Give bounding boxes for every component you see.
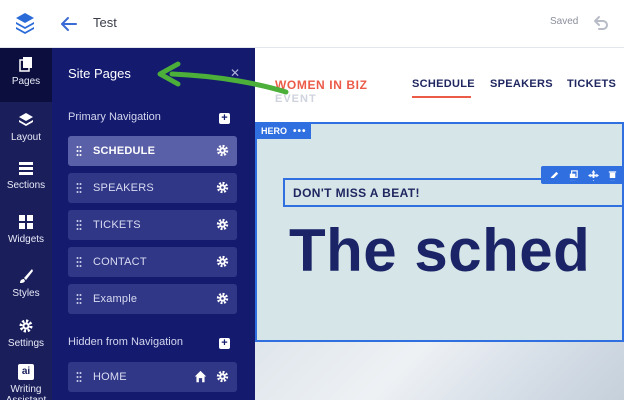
gear-icon[interactable] [216, 292, 229, 305]
page-row-label: CONTACT [93, 256, 147, 268]
site-title: Test [93, 15, 117, 30]
page-row-label: SPEAKERS [93, 182, 154, 194]
more-options-icon[interactable]: ••• [293, 126, 307, 137]
site-header: WOMEN IN BIZ EVENT SCHEDULE SPEAKERS TIC… [255, 48, 624, 122]
drag-handle-icon[interactable] [76, 256, 82, 268]
rail-label: Widgets [7, 234, 45, 245]
pages-icon [19, 57, 32, 72]
drag-handle-icon[interactable] [76, 145, 82, 157]
page-row-schedule[interactable]: SCHEDULE [68, 136, 237, 166]
nav-link-speakers[interactable]: SPEAKERS [490, 78, 553, 90]
ai-icon: ai [18, 364, 34, 380]
layers-icon [19, 113, 33, 126]
page-row-label: HOME [93, 371, 127, 383]
saved-status: Saved [550, 16, 579, 27]
gear-icon[interactable] [216, 370, 229, 383]
page-row-speakers[interactable]: SPEAKERS [68, 173, 237, 203]
page-row-label: Example [93, 293, 138, 305]
rail-label: Pages [11, 76, 41, 87]
gear-icon[interactable] [216, 218, 229, 231]
layers-logo-icon[interactable] [14, 11, 36, 35]
brush-icon [20, 269, 33, 283]
gear-icon[interactable] [216, 181, 229, 194]
gear-icon [19, 319, 33, 333]
add-hidden-page-icon[interactable]: + [219, 338, 230, 349]
drag-handle-icon[interactable] [76, 293, 82, 305]
editor-sidebar-rail: Pages Layout Sections Widgets Styles Set… [0, 48, 52, 400]
primary-navigation-label: Primary Navigation [68, 111, 161, 123]
hero-section-tag[interactable]: HERO ••• [257, 123, 311, 139]
page-row-label: TICKETS [93, 219, 141, 231]
home-icon [194, 370, 207, 383]
nav-link-schedule[interactable]: SCHEDULE [412, 78, 475, 90]
page-row-label: SCHEDULE [93, 145, 156, 157]
rail-label: Settings [7, 338, 45, 349]
panel-title: Site Pages [68, 66, 131, 81]
rail-item-styles[interactable]: Styles [0, 260, 52, 314]
gear-icon[interactable] [216, 144, 229, 157]
page-row-tickets[interactable]: TICKETS [68, 210, 237, 240]
sections-icon [19, 162, 33, 175]
drag-handle-icon[interactable] [76, 371, 82, 383]
page-row-example[interactable]: Example [68, 284, 237, 314]
hero-section[interactable]: HERO ••• DON'T MISS A BEAT! The sched [255, 122, 624, 342]
site-pages-panel: Site Pages ✕ Primary Navigation + SCHEDU… [52, 48, 255, 400]
annotation-arrow-icon [157, 61, 289, 95]
rail-item-writing-assistant[interactable]: ai Writing Assistant [0, 356, 52, 400]
drag-handle-icon[interactable] [76, 182, 82, 194]
top-bar: Test Saved [0, 0, 624, 48]
hero-headline[interactable]: The sched [289, 216, 590, 285]
add-page-icon[interactable]: + [219, 113, 230, 124]
page-row-contact[interactable]: CONTACT [68, 247, 237, 277]
page-row-home[interactable]: HOME [68, 362, 237, 392]
eyebrow-text[interactable]: DON'T MISS A BEAT! [293, 186, 420, 200]
rail-label: Sections [6, 180, 46, 191]
eyebrow-text-block[interactable]: DON'T MISS A BEAT! [283, 178, 624, 207]
back-arrow-icon[interactable] [58, 13, 80, 35]
widgets-icon [19, 215, 33, 229]
rail-label: Layout [10, 132, 42, 143]
site-preview-canvas: WOMEN IN BIZ EVENT SCHEDULE SPEAKERS TIC… [255, 48, 624, 400]
rail-item-sections[interactable]: Sections [0, 152, 52, 206]
undo-icon[interactable] [592, 14, 610, 32]
hidden-navigation-label: Hidden from Navigation [68, 336, 183, 348]
hero-tag-label: HERO [261, 126, 288, 136]
rail-label: Writing Assistant [6, 384, 47, 400]
rail-item-pages[interactable]: Pages [0, 48, 52, 102]
background-photo [255, 342, 624, 400]
rail-item-widgets[interactable]: Widgets [0, 206, 52, 260]
rail-item-layout[interactable]: Layout [0, 104, 52, 158]
rail-label: Styles [12, 288, 40, 299]
nav-link-tickets[interactable]: TICKETS [567, 78, 616, 90]
gear-icon[interactable] [216, 255, 229, 268]
active-nav-underline [412, 96, 471, 98]
drag-handle-icon[interactable] [76, 219, 82, 231]
